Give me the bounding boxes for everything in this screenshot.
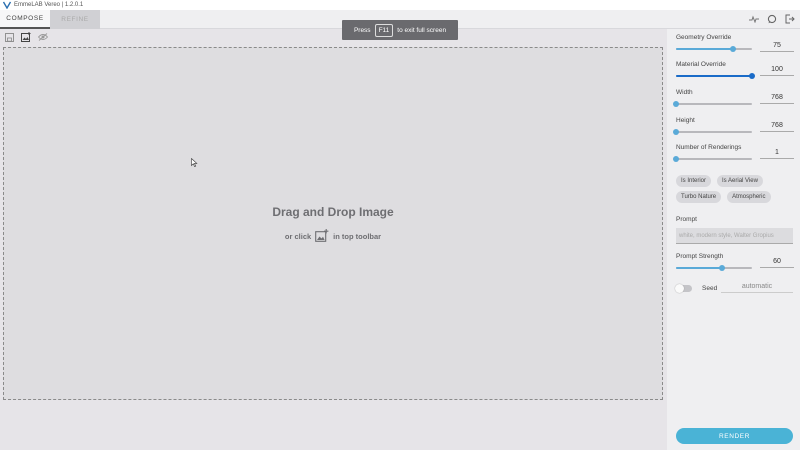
title-bar: EmmeLAB Vereo | 1.2.0.1 xyxy=(0,0,800,10)
chip-turbo-nature[interactable]: Turbo Nature xyxy=(676,191,722,203)
width-slider[interactable] xyxy=(673,101,752,107)
toast-key: F11 xyxy=(374,23,394,37)
drop-zone-hint: or click in top toolbar xyxy=(4,229,662,244)
width-label: Width xyxy=(676,89,693,96)
chip-is-aerial-view[interactable]: Is Aerial View xyxy=(717,175,763,187)
slider-fill xyxy=(676,48,733,50)
geometry-override-value[interactable]: 75 xyxy=(760,42,794,52)
slider-thumb[interactable] xyxy=(673,156,679,162)
slider-fill xyxy=(676,267,722,269)
toast-suffix: to exit full screen xyxy=(397,26,447,34)
prompt-strength-label: Prompt Strength xyxy=(676,253,724,260)
image-drop-zone[interactable]: Drag and Drop Image or click in top tool… xyxy=(3,47,663,400)
seed-value[interactable]: automatic xyxy=(721,283,793,293)
material-override-slider[interactable] xyxy=(676,73,755,79)
slider-fill xyxy=(676,75,752,77)
tab-refine[interactable]: REFINE xyxy=(50,10,100,29)
add-image-hint-icon xyxy=(315,229,329,244)
width-value[interactable]: 768 xyxy=(760,94,794,104)
fullscreen-toast: Press F11 to exit full screen xyxy=(342,20,458,40)
tab-bar-icons xyxy=(748,13,796,25)
chat-icon[interactable] xyxy=(766,13,778,25)
slider-thumb[interactable] xyxy=(718,265,725,271)
settings-panel: Geometry Override 75 Material Override 1… xyxy=(667,29,800,450)
toast-prefix: Press xyxy=(353,26,371,34)
seed-label: Seed xyxy=(702,285,718,292)
toggle-knob xyxy=(675,284,684,293)
prompt-strength-slider[interactable] xyxy=(676,265,752,271)
slider-thumb[interactable] xyxy=(730,46,736,52)
prompt-input[interactable]: white, modern style, Walter Gropius xyxy=(676,228,793,244)
graph-icon[interactable] xyxy=(748,13,760,25)
drop-zone-title: Drag and Drop Image xyxy=(272,205,394,219)
top-toolbar xyxy=(0,30,667,44)
geometry-override-slider[interactable] xyxy=(676,46,752,52)
logout-icon[interactable] xyxy=(784,13,796,25)
add-image-icon[interactable] xyxy=(21,32,31,42)
hide-icon[interactable] xyxy=(38,32,48,42)
app-logo-icon xyxy=(3,1,11,9)
save-icon[interactable] xyxy=(4,32,14,42)
prompt-label: Prompt xyxy=(676,216,697,223)
seed-toggle[interactable] xyxy=(675,284,692,293)
height-value[interactable]: 768 xyxy=(760,122,794,132)
window-title: EmmeLAB Vereo | 1.2.0.1 xyxy=(14,2,84,8)
geometry-override-label: Geometry Override xyxy=(676,34,732,41)
height-slider[interactable] xyxy=(673,129,752,135)
height-label: Height xyxy=(676,117,695,124)
tab-compose[interactable]: COMPOSE xyxy=(0,10,50,29)
chip-atmospheric[interactable]: Atmospheric xyxy=(727,191,771,203)
material-override-label: Material Override xyxy=(676,61,726,68)
prompt-strength-value[interactable]: 60 xyxy=(760,258,794,268)
drop-hint-suffix: in top toolbar xyxy=(333,232,382,241)
chip-is-interior[interactable]: Is Interior xyxy=(676,175,712,187)
seed-row: Seed automatic xyxy=(675,283,796,295)
number-of-renderings-value[interactable]: 1 xyxy=(760,149,794,159)
slider-thumb[interactable] xyxy=(673,101,679,107)
mouse-cursor-icon xyxy=(191,157,198,169)
option-chips: Is Interior Is Aerial View Turbo Nature … xyxy=(676,175,796,203)
number-of-renderings-slider[interactable] xyxy=(673,156,752,162)
drop-hint-prefix: or click xyxy=(284,232,312,241)
slider-thumb[interactable] xyxy=(673,129,679,135)
slider-thumb[interactable] xyxy=(749,73,755,79)
render-button[interactable]: RENDER xyxy=(676,428,793,444)
number-of-renderings-label: Number of Renderings xyxy=(676,144,742,151)
material-override-value[interactable]: 100 xyxy=(760,66,794,76)
